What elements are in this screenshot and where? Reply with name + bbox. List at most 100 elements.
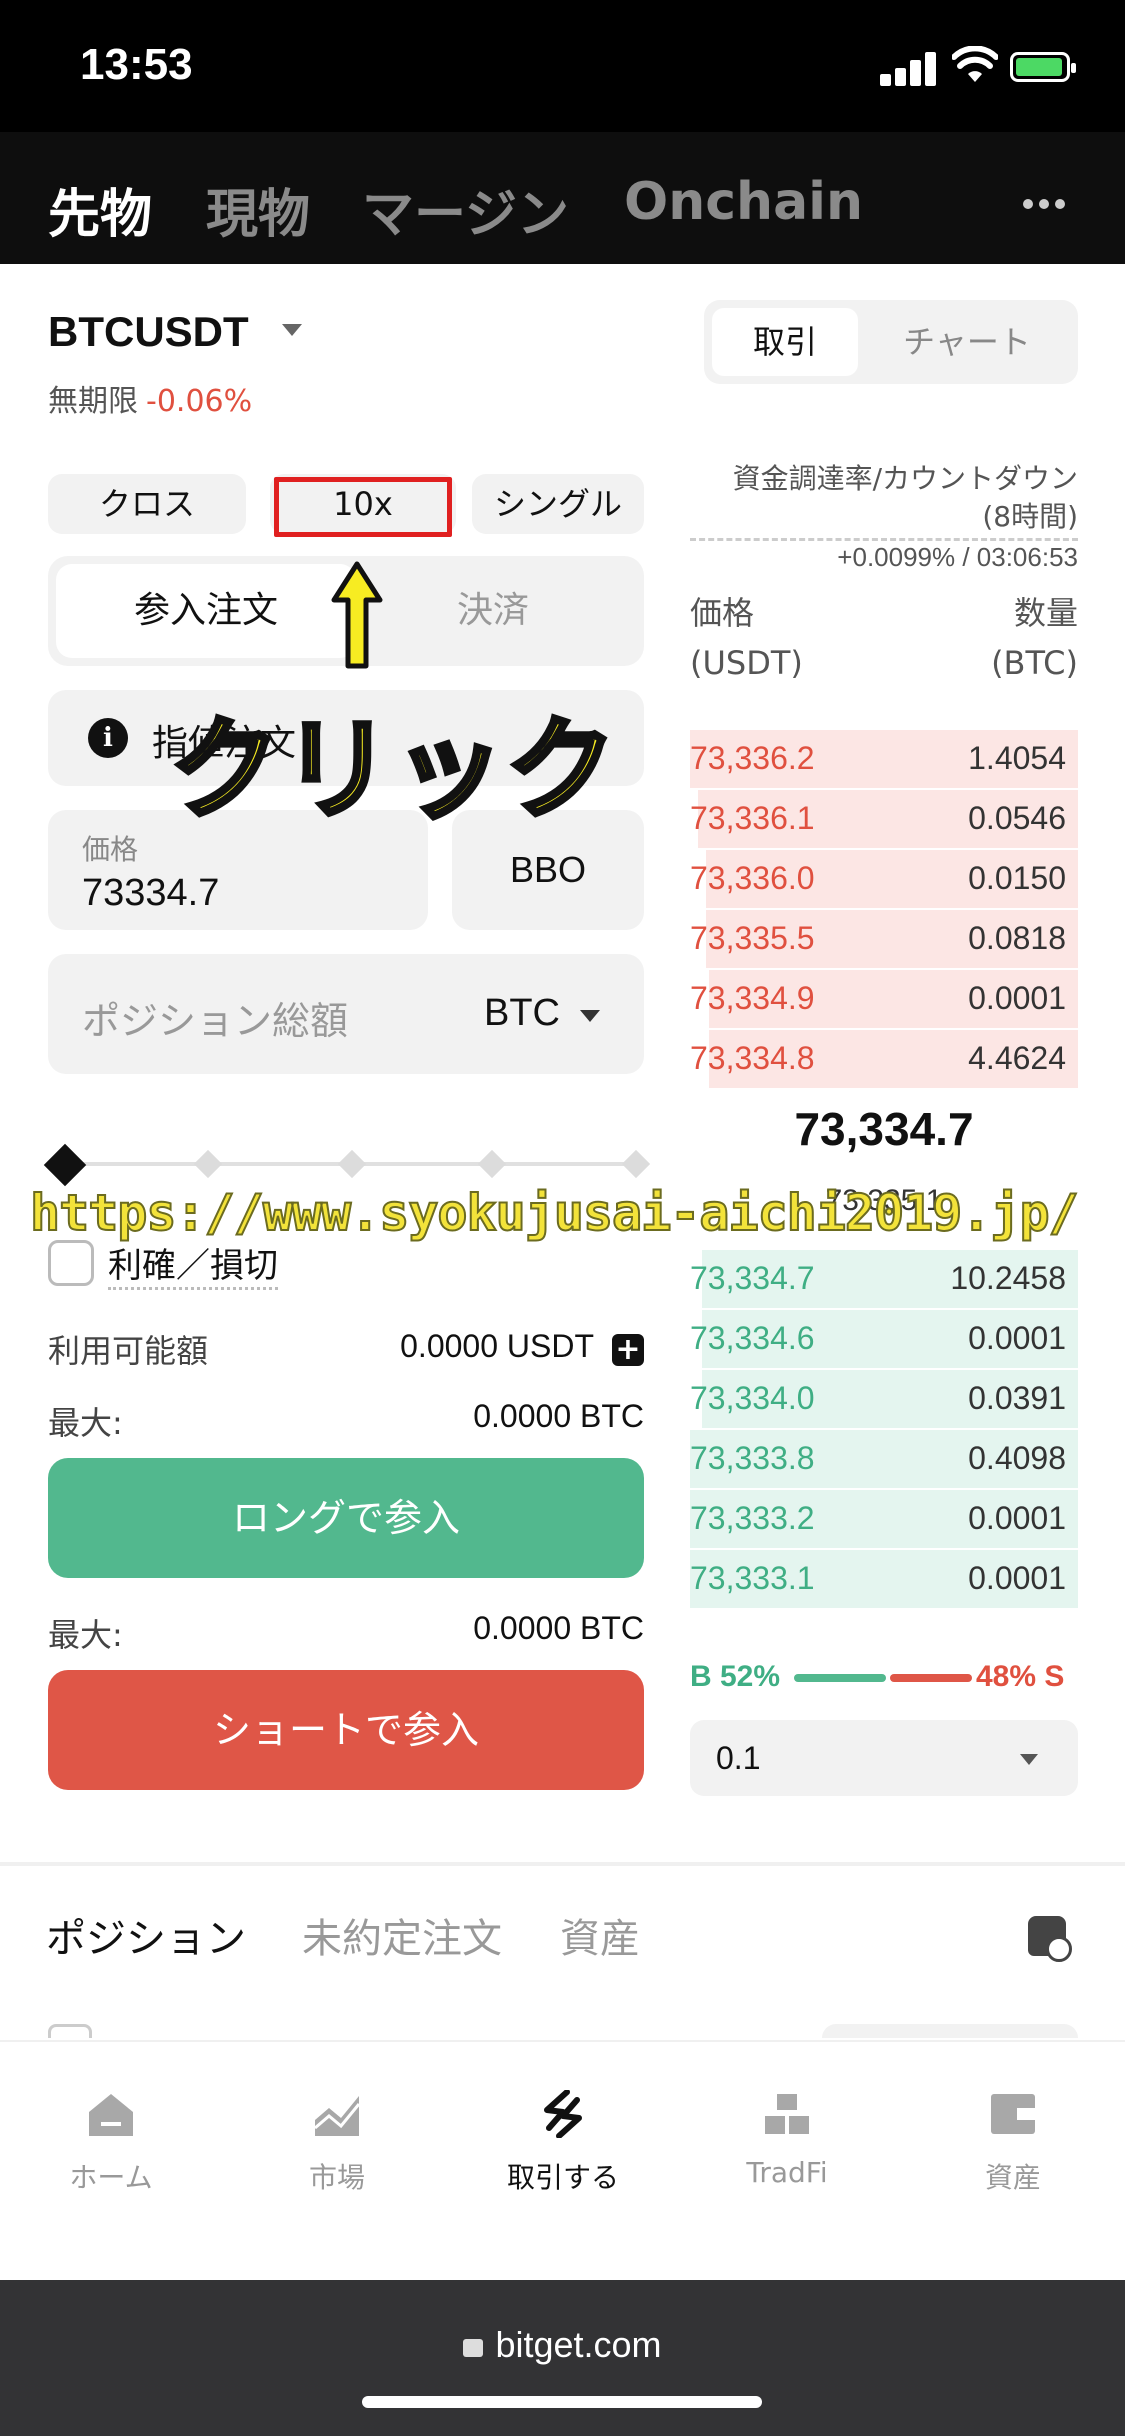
bid-qty: 0.4098 <box>968 1440 1066 1476</box>
position-mode-button[interactable]: シングル <box>472 474 644 534</box>
gold-bars-icon <box>765 2094 809 2134</box>
bid-row[interactable]: 73,333.8 0.4098 <box>690 1430 1078 1490</box>
ask-price: 73,334.9 <box>690 980 815 1016</box>
price-label: 価格 <box>82 833 139 866</box>
bid-qty: 0.0001 <box>968 1500 1066 1536</box>
slider-tick[interactable] <box>193 1149 223 1179</box>
bid-row[interactable]: 73,333.2 0.0001 <box>690 1490 1078 1550</box>
ask-row[interactable]: 73,336.1 0.0546 <box>690 790 1078 850</box>
url-domain: bitget.com <box>495 2324 662 2365</box>
nav-label: 資産 <box>984 2161 1041 2194</box>
ask-qty: 0.0001 <box>968 980 1066 1016</box>
symbol-title[interactable]: BTCUSDT <box>48 308 249 356</box>
tpsl-checkbox[interactable] <box>48 1240 94 1286</box>
cellular-signal-icon <box>880 50 940 86</box>
ask-price: 73,334.8 <box>690 1040 815 1076</box>
chevron-down-icon <box>580 1010 600 1022</box>
funding-rate-label: 資金調達率/カウントダウン (8時間) <box>700 460 1078 536</box>
market-chart-icon <box>314 2096 361 2136</box>
tab-margin[interactable]: マージン <box>362 172 569 247</box>
dashed-divider <box>690 538 1078 541</box>
tab-assets[interactable]: 資産 <box>560 1906 640 1964</box>
tab-open-orders[interactable]: 未約定注文 <box>302 1906 502 1964</box>
slider-tick[interactable] <box>621 1149 651 1179</box>
depth-precision-value: 0.1 <box>716 1740 761 1776</box>
size-placeholder: ポジション総額 <box>82 999 349 1043</box>
history-icon[interactable] <box>1028 1916 1072 1962</box>
slider-tick[interactable] <box>337 1149 367 1179</box>
margin-mode-button[interactable]: クロス <box>48 474 246 534</box>
sell-ratio-bar <box>890 1674 972 1682</box>
tab-open[interactable]: 参入注文 <box>56 564 356 658</box>
home-icon <box>89 2094 133 2136</box>
ask-qty: 0.0150 <box>968 860 1066 896</box>
ask-row[interactable]: 73,334.9 0.0001 <box>690 970 1078 1030</box>
bid-row[interactable]: 73,334.6 0.0001 <box>690 1310 1078 1370</box>
home-indicator[interactable] <box>362 2396 762 2408</box>
view-toggle: 取引 チャート <box>704 300 1078 384</box>
ask-row[interactable]: 73,336.2 1.4054 <box>690 730 1078 790</box>
depth-precision-select[interactable]: 0.1 <box>690 1720 1078 1796</box>
last-price: 73,334.7 <box>794 1103 974 1155</box>
wallet-icon <box>991 2094 1035 2134</box>
price-change: -0.06% <box>146 384 253 419</box>
tab-spot[interactable]: 現物 <box>206 172 310 247</box>
price-value[interactable]: 73334.7 <box>82 872 219 915</box>
ask-qty: 1.4054 <box>968 740 1066 776</box>
tab-positions[interactable]: ポジション <box>46 1906 246 1964</box>
slider-tick[interactable] <box>477 1149 507 1179</box>
chart-view-button[interactable]: チャート <box>864 308 1070 376</box>
max-value-short: 0.0000 BTC <box>473 1610 644 1646</box>
browser-url-bar[interactable]: bitget.com <box>0 2280 1125 2436</box>
ask-row[interactable]: 73,335.5 0.0818 <box>690 910 1078 970</box>
funding-rate-value: +0.0099% / 03:06:53 <box>837 542 1078 572</box>
bid-price: 73,334.7 <box>690 1260 815 1296</box>
slider-handle[interactable] <box>43 1143 87 1187</box>
ask-row[interactable]: 73,336.0 0.0150 <box>690 850 1078 910</box>
nav-label: 市場 <box>308 2161 365 2194</box>
price-unit: (USDT) <box>690 644 803 682</box>
nav-label: TradFi <box>746 2156 828 2189</box>
funding-label-text: 資金調達率/カウントダウン <box>732 462 1078 495</box>
nav-item-assets[interactable]: 資産 <box>938 2090 1088 2196</box>
open-long-button[interactable]: ロングで参入 <box>48 1458 644 1578</box>
nav-item-market[interactable]: 市場 <box>262 2090 412 2196</box>
trade-view-button[interactable]: 取引 <box>712 308 858 376</box>
bid-row[interactable]: 73,333.1 0.0001 <box>690 1550 1078 1610</box>
bid-row[interactable]: 73,334.7 10.2458 <box>690 1250 1078 1310</box>
buy-ratio: B 52% <box>690 1660 781 1693</box>
add-funds-icon[interactable]: + <box>612 1334 644 1366</box>
bid-price: 73,333.2 <box>690 1500 815 1536</box>
nav-item-trade[interactable]: 取引する <box>488 2089 638 2196</box>
available-label: 利用可能額 <box>48 1332 209 1370</box>
battery-icon <box>1010 52 1076 82</box>
more-icon[interactable] <box>1020 194 1068 213</box>
nav-item-tradfi[interactable]: TradFi <box>712 2090 862 2189</box>
tab-onchain[interactable]: Onchain <box>624 172 863 232</box>
wifi-icon <box>952 46 998 82</box>
chevron-down-icon[interactable] <box>282 324 302 336</box>
ask-price: 73,336.2 <box>690 740 815 776</box>
ask-qty: 0.0818 <box>968 920 1066 956</box>
qty-column-header: 数量 (BTC) <box>900 588 1078 688</box>
bid-qty: 10.2458 <box>950 1260 1066 1296</box>
open-short-button[interactable]: ショートで参入 <box>48 1670 644 1790</box>
buy-ratio-bar <box>794 1674 886 1682</box>
bid-row[interactable]: 73,334.0 0.0391 <box>690 1370 1078 1430</box>
info-icon[interactable]: i <box>88 718 128 758</box>
bid-price: 73,333.1 <box>690 1560 815 1596</box>
tpsl-label[interactable]: 利確／損切 <box>108 1238 278 1290</box>
bid-price: 73,334.6 <box>690 1320 815 1356</box>
bid-price: 73,334.0 <box>690 1380 815 1416</box>
tab-futures[interactable]: 先物 <box>48 172 152 247</box>
max-value-long: 0.0000 BTC <box>473 1398 644 1434</box>
tab-close[interactable]: 決済 <box>348 564 638 658</box>
price-header: 価格 <box>690 594 755 632</box>
size-unit-select[interactable]: BTC <box>484 992 560 1035</box>
ask-row[interactable]: 73,334.8 4.4624 <box>690 1030 1078 1090</box>
url-text[interactable]: bitget.com <box>0 2324 1125 2366</box>
nav-label: 取引する <box>506 2161 619 2194</box>
contract-type: 無期限 <box>48 384 138 419</box>
nav-item-home[interactable]: ホーム <box>36 2090 186 2196</box>
size-input[interactable]: ポジション総額 BTC <box>48 954 644 1074</box>
